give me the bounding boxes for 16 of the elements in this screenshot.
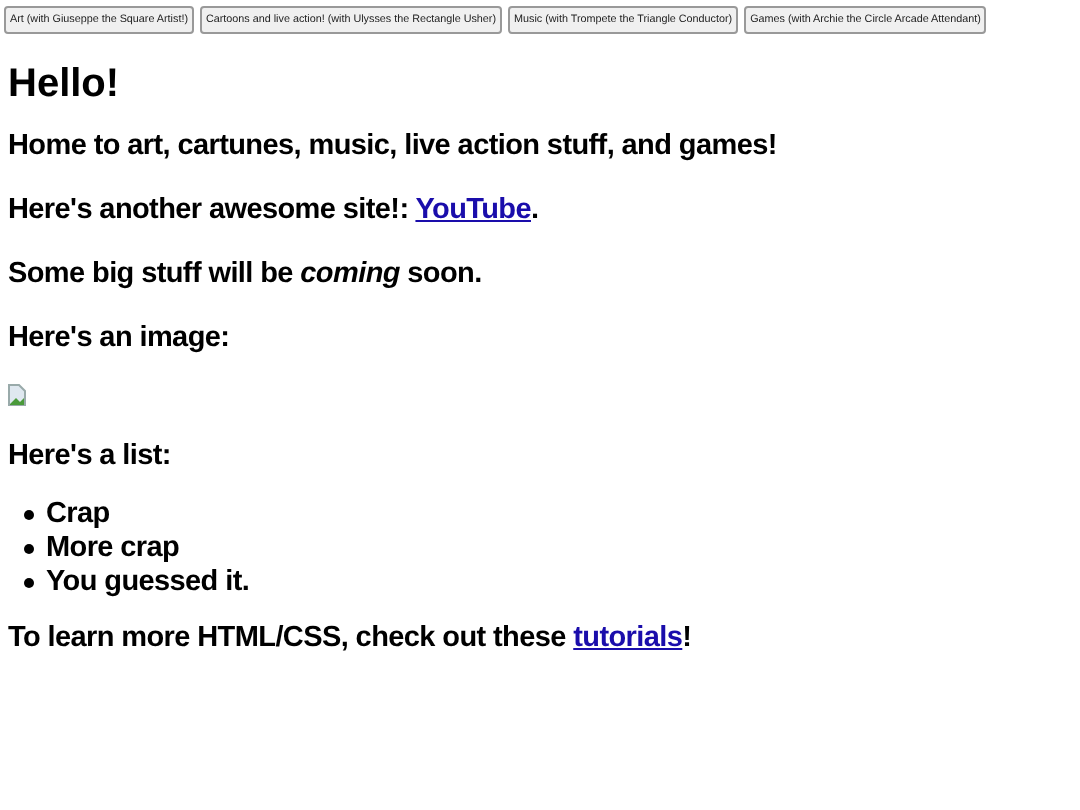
list-item: You guessed it.	[46, 566, 250, 600]
paragraph: Here's another awesome site!: YouTube.	[8, 192, 541, 228]
paragraph: Home to art, cartunes, music, live action stuff, and games!	[8, 128, 779, 164]
bullet-icon	[24, 510, 34, 520]
bullet-icon	[24, 544, 34, 554]
list-item: Crap	[46, 498, 110, 532]
paragraph: To learn more HTML/CSS, check out these tutorials!	[8, 620, 694, 656]
link[interactable]: YouTube	[415, 194, 531, 226]
paragraph: Here's an image:	[8, 320, 232, 356]
bullet-icon	[24, 578, 34, 588]
list-item: More crap	[46, 532, 180, 566]
paragraph: Here's a list:	[8, 438, 173, 474]
link[interactable]: tutorials	[573, 622, 683, 654]
page-heading: Hello!	[8, 62, 122, 108]
paragraph: Some big stuff will be coming soon.	[8, 256, 484, 292]
broken-image-icon	[8, 384, 26, 406]
